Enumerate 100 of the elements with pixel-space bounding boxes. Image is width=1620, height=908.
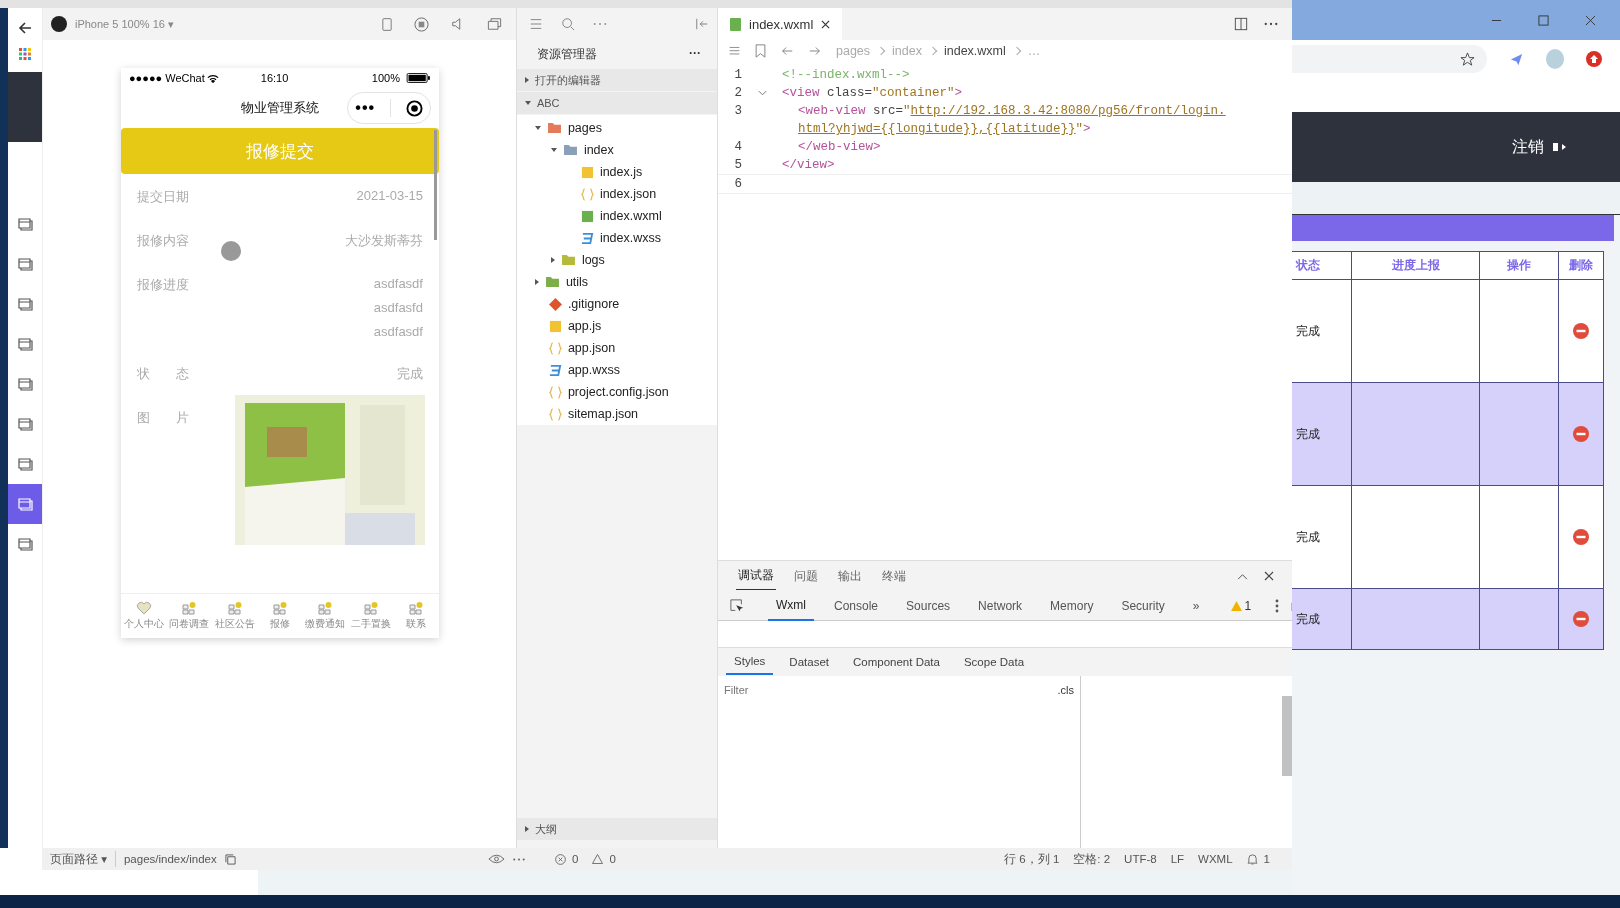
bookmark-icon[interactable] xyxy=(755,44,766,58)
search-icon[interactable] xyxy=(560,17,575,31)
expand-arrow-icon[interactable] xyxy=(534,279,539,285)
section-header[interactable]: 打开的编辑器 xyxy=(516,69,717,91)
file-icon xyxy=(580,209,594,223)
windows-icon[interactable] xyxy=(486,17,502,31)
inspect-cursor-icon[interactable] xyxy=(730,598,744,613)
battery-icon xyxy=(405,73,431,83)
field-value: asdfasdf xyxy=(373,276,423,291)
tab-bar-item[interactable]: 问卷调查 xyxy=(166,594,212,638)
window-icon xyxy=(16,216,33,232)
delete-icon[interactable] xyxy=(1573,426,1589,442)
tree-item[interactable]: index.wxml xyxy=(516,205,717,227)
grid-icon xyxy=(317,601,334,615)
tree-item[interactable]: utils xyxy=(516,271,717,293)
tab-bar-item[interactable]: 报修 xyxy=(257,594,303,638)
table-cell: 完成 xyxy=(1292,588,1352,650)
panel-tab[interactable]: 输出 xyxy=(836,562,864,590)
tab-bar-item[interactable]: 个人中心 xyxy=(120,594,167,638)
indent-setting[interactable]: 空格: 2 xyxy=(1073,851,1111,867)
cls-toggle[interactable]: .cls xyxy=(1057,684,1074,696)
kebab-menu-icon[interactable] xyxy=(1275,598,1280,613)
apps-grid-icon[interactable] xyxy=(18,48,31,60)
more-icon[interactable] xyxy=(1264,22,1278,26)
tree-item[interactable]: index.wxss xyxy=(516,227,717,249)
panel-tab[interactable]: 调试器 xyxy=(736,562,776,590)
expand-arrow-icon[interactable] xyxy=(534,126,541,130)
devtools-tab[interactable]: Memory xyxy=(1042,591,1102,620)
tree-item[interactable]: app.json xyxy=(516,337,717,359)
tab-bar-item[interactable]: 缴费通知 xyxy=(302,594,349,638)
panel-tab[interactable]: 问题 xyxy=(792,562,820,590)
close-icon[interactable] xyxy=(1264,571,1274,581)
devtools-tab[interactable]: Sources xyxy=(898,591,959,620)
line-ending[interactable]: LF xyxy=(1170,853,1185,865)
maximize-icon[interactable] xyxy=(1538,14,1549,26)
tab-bar-item[interactable]: 联系 xyxy=(393,594,439,638)
section-header[interactable]: ABC xyxy=(516,92,717,114)
heart-icon xyxy=(135,601,152,615)
devtools-tab[interactable]: Security xyxy=(1113,591,1173,620)
cursor-position[interactable]: 行 6，列 1 xyxy=(1004,851,1060,867)
more-tabs[interactable]: » xyxy=(1184,591,1208,620)
more-icon[interactable] xyxy=(513,857,525,861)
more-menu[interactable]: ··· xyxy=(689,46,701,63)
braces-icon xyxy=(580,187,594,201)
delete-icon[interactable] xyxy=(1573,323,1589,339)
tree-item[interactable]: index xyxy=(516,139,717,161)
upload-icon[interactable] xyxy=(1586,51,1602,67)
breadcrumb-item[interactable]: index.wxml xyxy=(943,44,1006,58)
grid-icon xyxy=(408,601,425,615)
language-mode[interactable]: WXML xyxy=(1198,853,1233,865)
error-count[interactable]: 0 xyxy=(572,853,579,865)
tree-item[interactable]: logs xyxy=(516,249,717,271)
scrollbar[interactable] xyxy=(1282,696,1292,776)
eye-icon[interactable] xyxy=(488,854,505,864)
encoding[interactable]: UTF-8 xyxy=(1124,853,1157,865)
phone-icon[interactable] xyxy=(381,16,392,32)
styles-tab[interactable]: Dataset xyxy=(781,650,837,674)
tree-item[interactable]: pages xyxy=(516,117,717,139)
chevron-up-icon[interactable] xyxy=(1237,572,1248,580)
tree-item[interactable]: .gitignore xyxy=(516,293,717,315)
styles-tab[interactable]: Scope Data xyxy=(955,650,1033,674)
close-icon[interactable] xyxy=(821,19,831,29)
split-editor-icon[interactable] xyxy=(1234,17,1248,31)
panel-tab[interactable]: 终端 xyxy=(880,562,908,590)
list-icon[interactable] xyxy=(528,17,543,31)
tree-item[interactable]: app.js xyxy=(516,315,717,337)
line-number: 4 xyxy=(733,140,742,154)
sidebar-item[interactable] xyxy=(7,484,42,524)
star-icon[interactable] xyxy=(1459,51,1475,67)
table-cell: 完成 xyxy=(1292,382,1352,486)
list-icon[interactable] xyxy=(728,44,741,58)
tab-bar-item[interactable]: 二手置换 xyxy=(348,594,394,638)
copy-icon[interactable] xyxy=(224,853,236,865)
editor-tab[interactable]: index.wxml xyxy=(718,8,843,40)
delete-icon[interactable] xyxy=(1573,611,1589,627)
extension-icon[interactable] xyxy=(1508,51,1524,67)
grid-icon xyxy=(362,601,379,615)
record-icon[interactable] xyxy=(413,16,429,32)
expand-arrow-icon[interactable] xyxy=(550,257,555,263)
warning-count[interactable]: 1 xyxy=(1244,598,1252,613)
tree-item[interactable]: app.wxss xyxy=(516,359,717,381)
tab-bar-item[interactable]: 社区公告 xyxy=(211,594,258,638)
target-icon[interactable] xyxy=(405,99,423,117)
page-path-label[interactable]: 页面路径 ▾ xyxy=(50,851,107,867)
styles-tab[interactable]: Component Data xyxy=(845,650,948,674)
tree-item[interactable]: index.js xyxy=(516,161,717,183)
folder-icon xyxy=(546,122,562,134)
section-header[interactable]: 大纲 xyxy=(516,818,717,840)
fold-chevron-icon[interactable] xyxy=(757,90,767,96)
tree-item[interactable]: project.config.json xyxy=(516,381,717,403)
devtools-tab[interactable]: Network xyxy=(970,591,1031,620)
devtools-tab[interactable]: Console xyxy=(826,591,887,620)
delete-icon[interactable] xyxy=(1573,529,1589,545)
expand-arrow-icon[interactable] xyxy=(550,148,557,152)
tree-item[interactable]: index.json xyxy=(516,183,717,205)
warning-count[interactable]: 0 xyxy=(609,853,616,865)
logout-link[interactable]: 注销 xyxy=(1512,136,1544,158)
tree-item[interactable]: sitemap.json xyxy=(516,403,717,425)
bell-icon[interactable] xyxy=(1246,853,1258,865)
back-arrow-icon[interactable] xyxy=(16,20,33,36)
